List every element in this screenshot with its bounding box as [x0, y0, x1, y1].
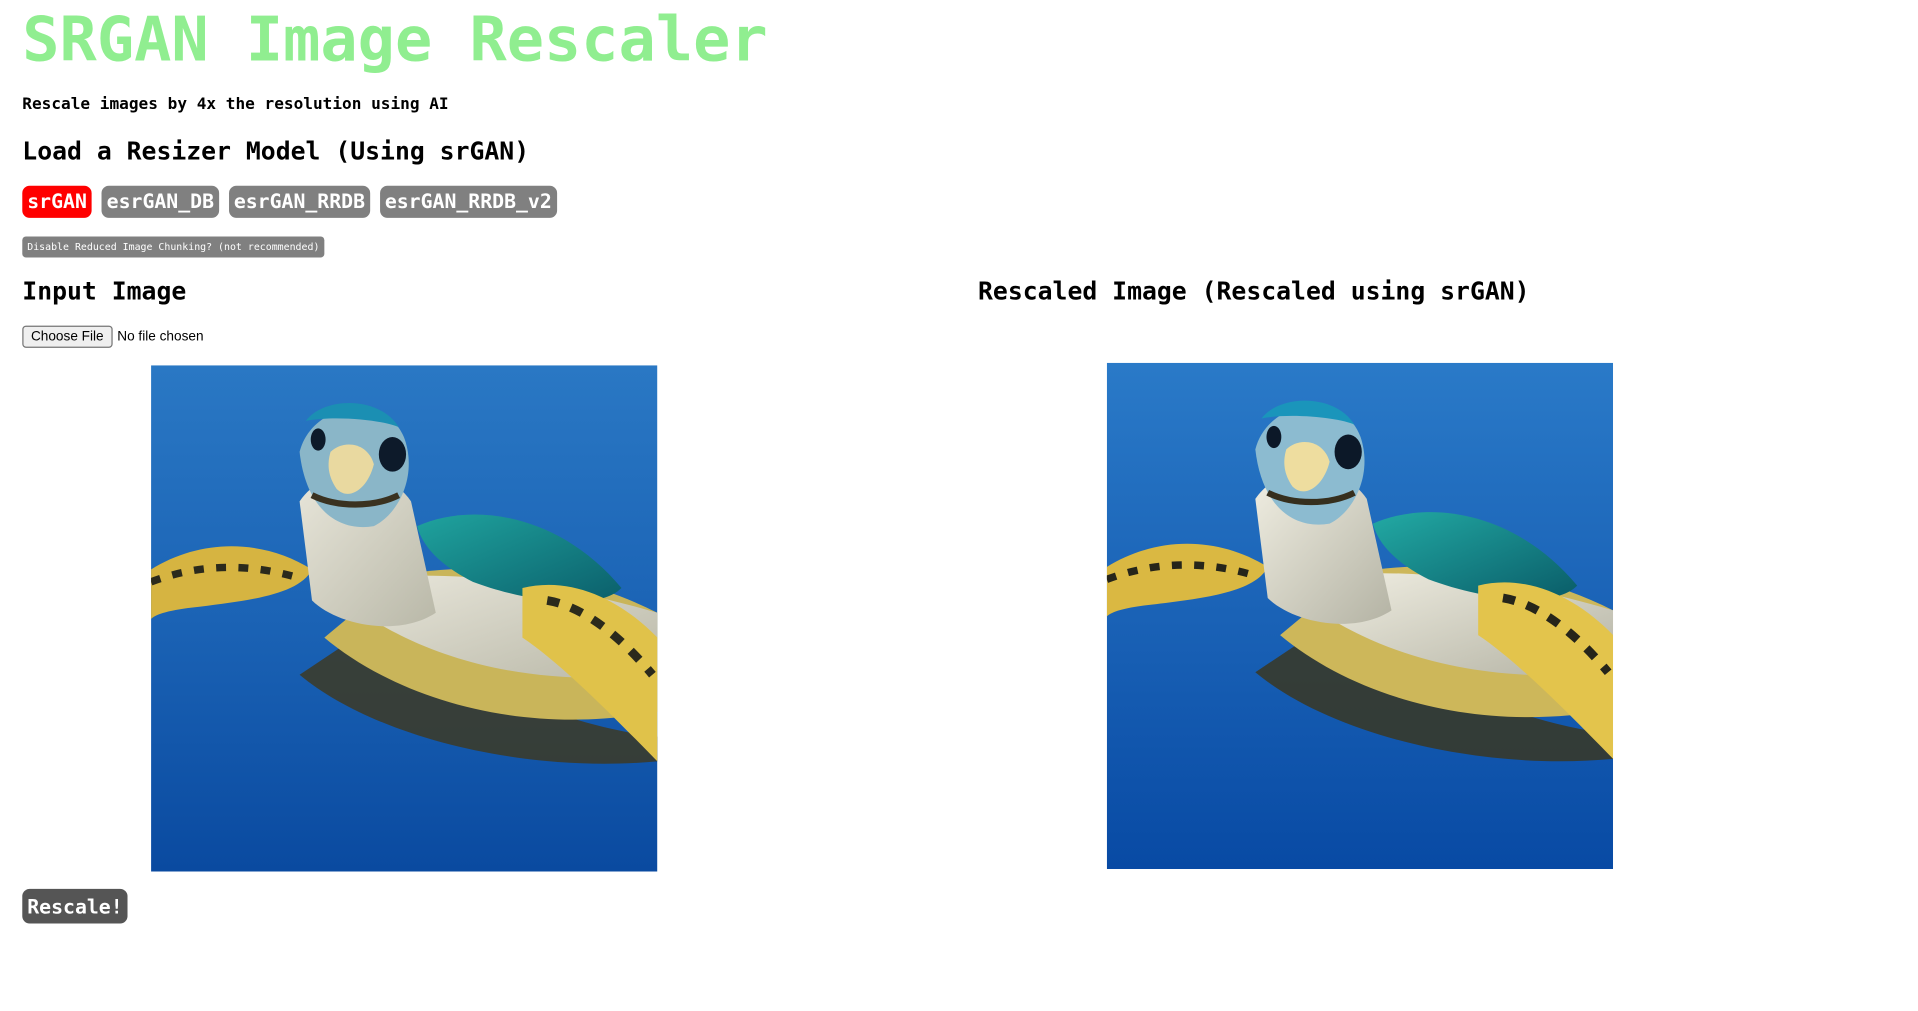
file-input: Choose File No file chosen [22, 325, 204, 348]
rescale-button[interactable]: Rescale! [22, 888, 128, 924]
disable-chunking-toggle[interactable]: Disable Reduced Image Chunking? (not rec… [22, 236, 325, 258]
model-button-esrgan-db[interactable]: esrGAN_DB [101, 185, 219, 218]
model-button-esrgan-rrdb-v2[interactable]: esrGAN_RRDB_v2 [379, 185, 557, 218]
input-image-heading: Input Image [22, 276, 187, 306]
file-status-text: No file chosen [117, 329, 204, 345]
page-title: SRGAN Image Rescaler [22, 3, 768, 76]
page-subtitle: Rescale images by 4x the resolution usin… [22, 95, 449, 114]
input-image-preview [151, 365, 658, 872]
rescaled-image-preview [1106, 362, 1614, 870]
model-button-esrgan-rrdb[interactable]: esrGAN_RRDB [228, 185, 370, 218]
choose-file-button[interactable]: Choose File [22, 325, 113, 348]
model-section-heading: Load a Resizer Model (Using srGAN) [22, 136, 530, 166]
model-button-srgan[interactable]: srGAN [22, 185, 92, 218]
turtle-image [151, 365, 658, 872]
rescaled-image-heading: Rescaled Image (Rescaled using srGAN) [978, 276, 1530, 306]
page-root: SRGAN Image Rescaler Rescale images by 4… [0, 0, 1918, 1011]
turtle-rescaled-image [1106, 362, 1614, 870]
model-button-group: srGAN esrGAN_DB esrGAN_RRDB esrGAN_RRDB_… [22, 185, 557, 218]
